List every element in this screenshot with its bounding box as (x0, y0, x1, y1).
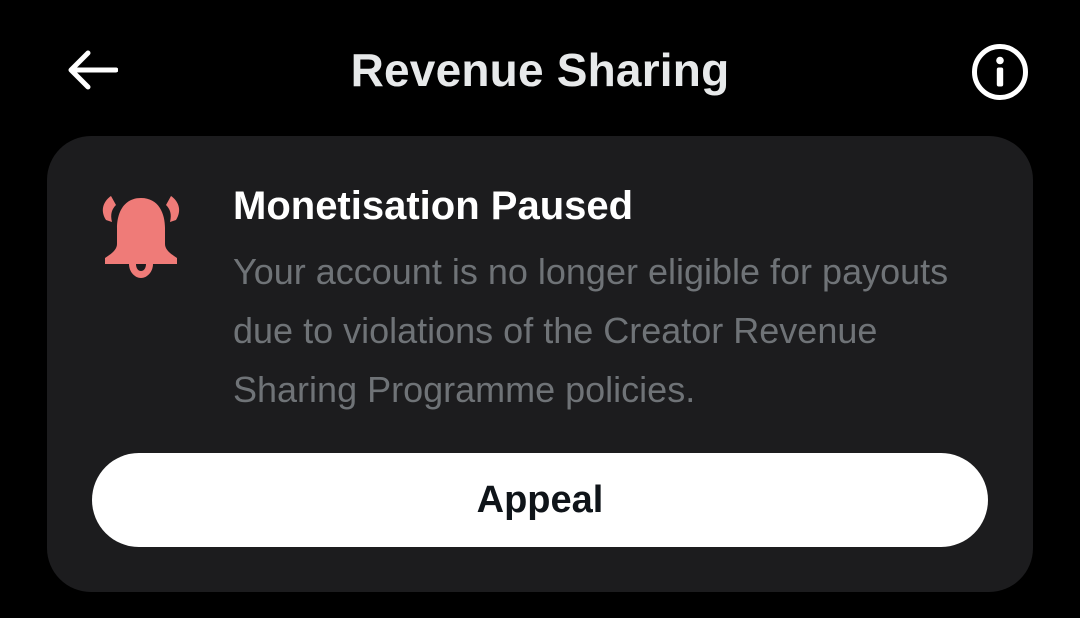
appeal-button-label: Appeal (476, 479, 604, 521)
info-circle-icon (972, 44, 1028, 100)
monetisation-status-card: Monetisation Paused Your account is no l… (47, 136, 1033, 592)
page-title: Revenue Sharing (350, 44, 730, 96)
bell-ringing-icon (102, 196, 180, 278)
info-button[interactable] (962, 34, 1038, 110)
top-app-bar: Revenue Sharing (0, 0, 1080, 140)
revenue-sharing-screen: Revenue Sharing Monetisation Paused Your… (0, 0, 1080, 618)
notice-description: Your account is no longer eligible for p… (233, 251, 949, 410)
appeal-button[interactable]: Appeal (92, 453, 988, 547)
notice-title: Monetisation Paused (233, 184, 634, 228)
